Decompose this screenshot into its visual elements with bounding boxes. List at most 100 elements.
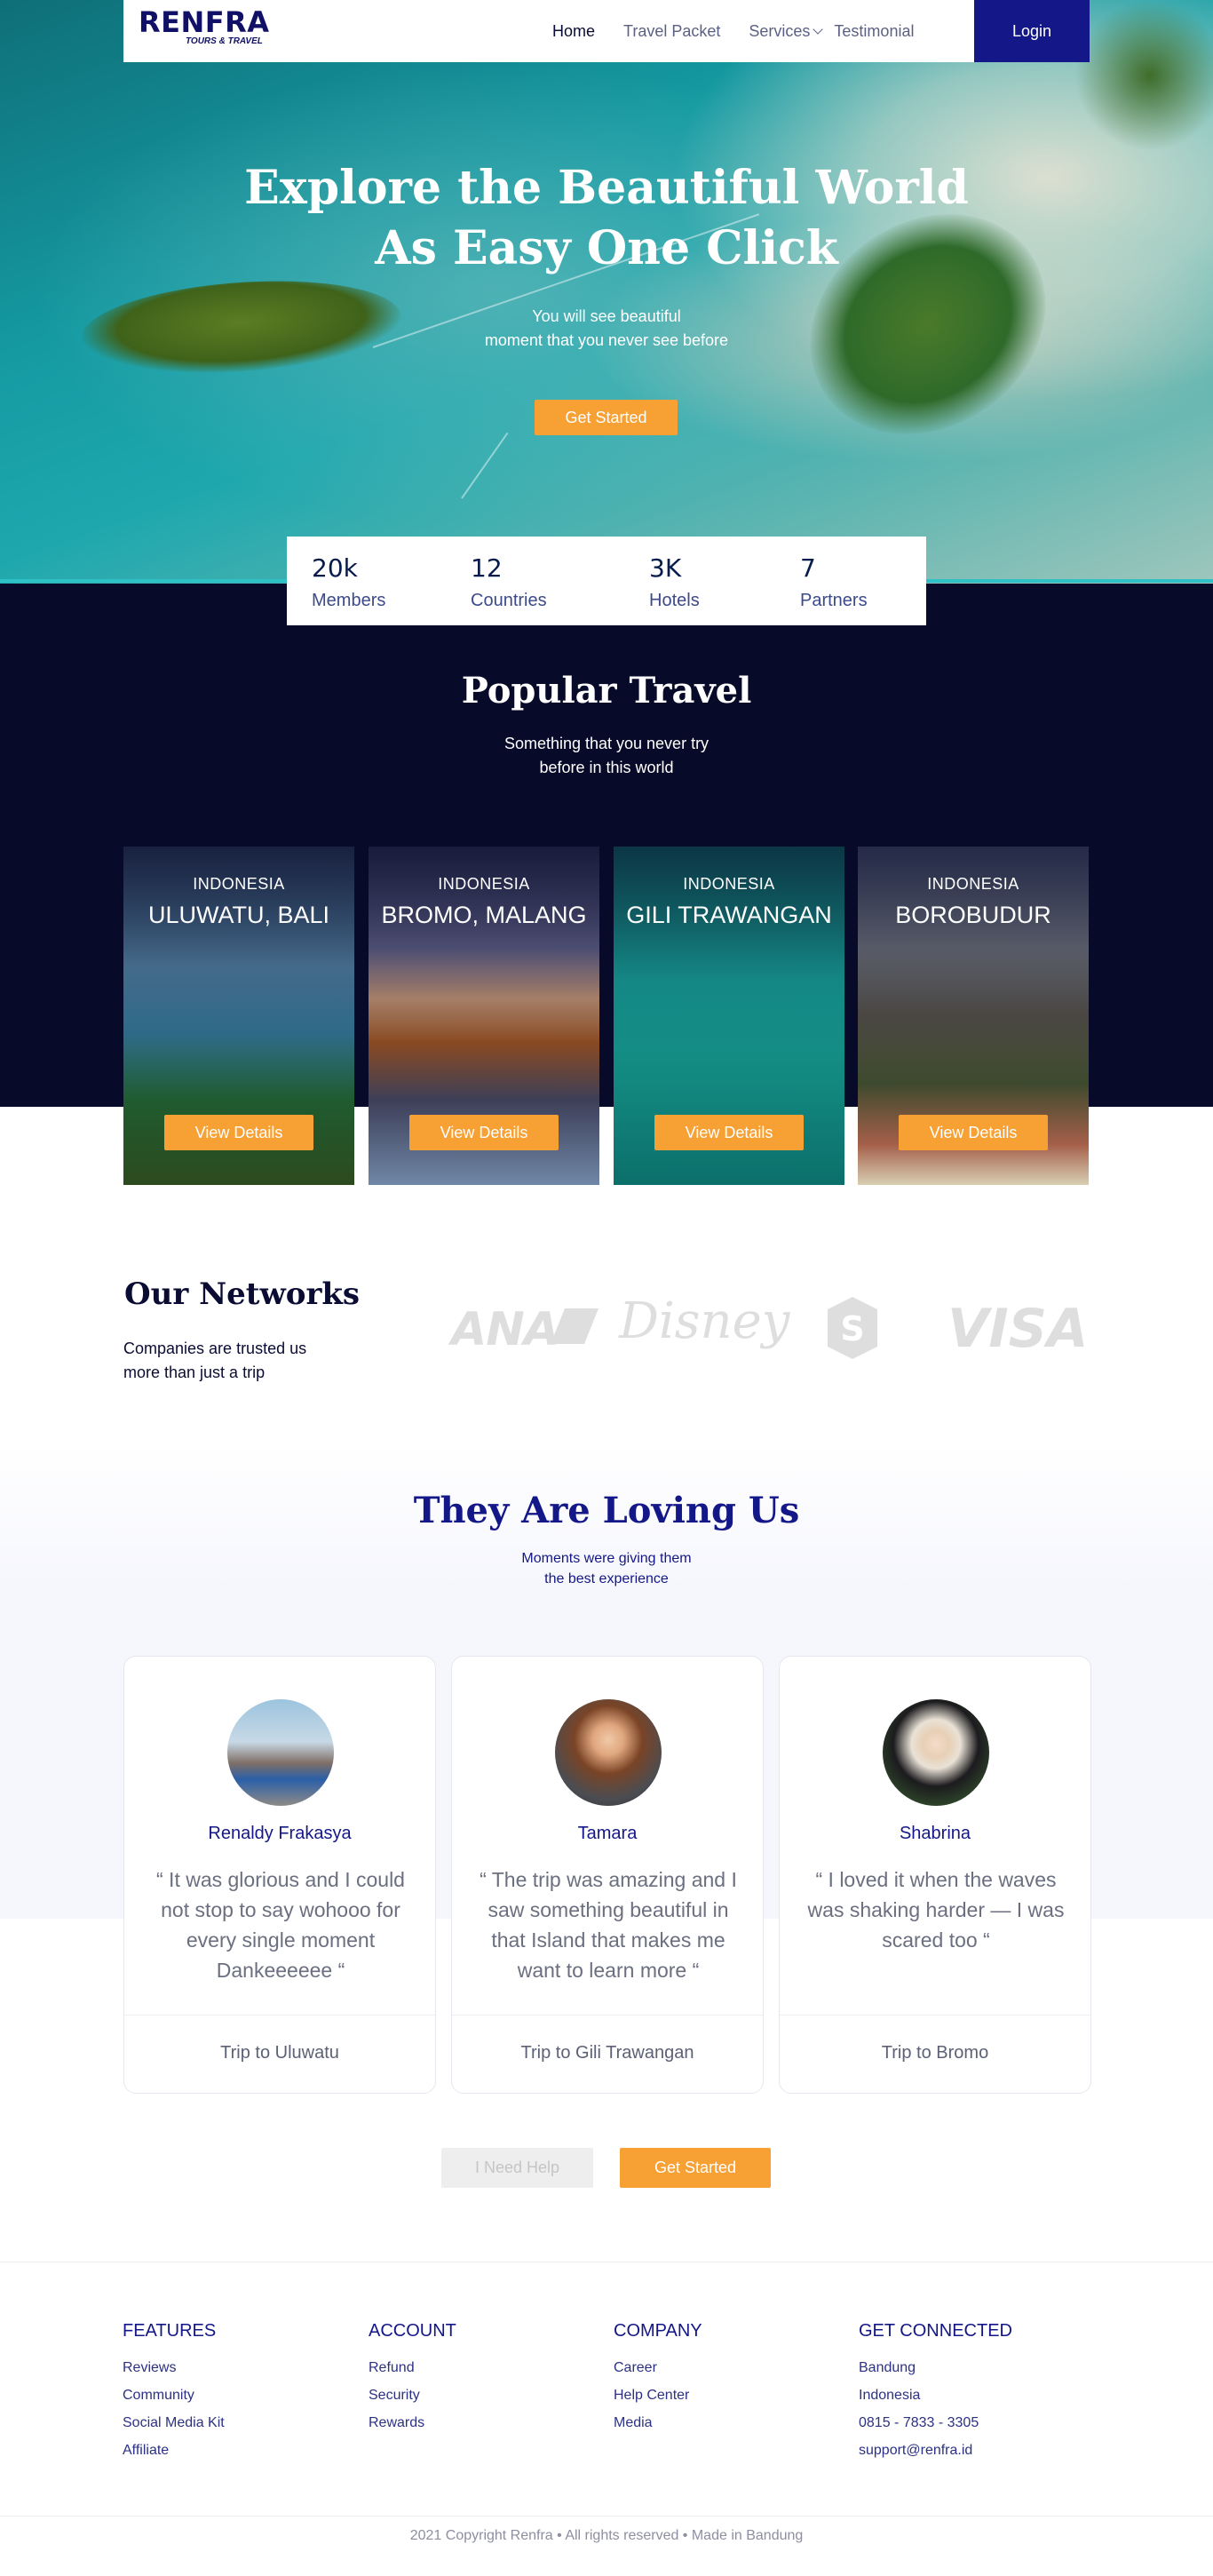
travel-card-bromo[interactable]: INDONESIA BROMO, MALANG View Details (369, 847, 599, 1185)
footer-link-refund[interactable]: Refund (369, 2354, 456, 2381)
footer-link-career[interactable]: Career (614, 2354, 702, 2381)
card-destination: GILI TRAWANGAN (626, 902, 832, 928)
footer-link-help-center[interactable]: Help Center (614, 2381, 702, 2409)
networks-subtitle-line: Companies are trusted us (123, 1340, 307, 1357)
partner-logo-letter: S (840, 1309, 864, 1348)
stats-bar: 20k Members 12 Countries 3K Hotels 7 Par… (287, 537, 926, 625)
partner-logo: S (828, 1297, 877, 1359)
view-details-button[interactable]: View Details (654, 1115, 804, 1150)
popular-subtitle-line: before in this world (539, 759, 674, 776)
footer-column-get-connected: GET CONNECTED Bandung Indonesia 0815 - 7… (859, 2320, 1012, 2464)
stat-value: 12 (471, 553, 503, 583)
navbar: RENFRA TOURS & TRAVEL Home Travel Packet… (123, 0, 1090, 62)
disney-logo: Disney (619, 1292, 790, 1350)
testimonials-subtitle-line: Moments were giving them (521, 1551, 692, 1566)
get-started-button[interactable]: Get Started (620, 2148, 771, 2188)
nav-link-testimonial[interactable]: Testimonial (834, 22, 914, 41)
footer-column-account: ACCOUNT Refund Security Rewards (369, 2320, 456, 2437)
testimonials-subtitle: Moments were giving them the best experi… (0, 1548, 1213, 1589)
card-country: INDONESIA (438, 875, 530, 893)
nav-links: Home Travel Packet Services Testimonial (552, 0, 942, 62)
stat-label: Members (312, 591, 386, 610)
footer-link-security[interactable]: Security (369, 2381, 456, 2409)
testimonial-name: Renaldy Frakasya (208, 1824, 352, 1843)
logo-tagline: TOURS & TRAVEL (186, 36, 263, 46)
hero-title-line: As Easy One Click (375, 221, 838, 275)
footer-link-community[interactable]: Community (123, 2381, 225, 2409)
nav-link-services[interactable]: Services (749, 21, 824, 41)
hero-title-line: Explore the Beautiful World (244, 161, 969, 215)
avatar (883, 1699, 989, 1806)
view-details-button[interactable]: View Details (164, 1115, 313, 1150)
testimonial-name: Tamara (577, 1824, 638, 1843)
boat-wake (461, 432, 509, 499)
hero-title: Explore the Beautiful World As Easy One … (0, 158, 1213, 279)
testimonial-trip: Trip to Gili Trawangan (520, 2043, 694, 2063)
logo-text: RENFRA (139, 5, 270, 39)
hero-subtitle: You will see beautiful moment that you n… (0, 305, 1213, 353)
nav-link-home[interactable]: Home (552, 22, 595, 41)
hero-subtitle-line: You will see beautiful (532, 307, 681, 325)
testimonial-quote: “ I loved it when the waves was shaking … (807, 1868, 1065, 1952)
stat-countries: 12 Countries (471, 553, 547, 613)
footer-phone-link[interactable]: 0815 - 7833 - 3305 (859, 2409, 1012, 2437)
footer-link-rewards[interactable]: Rewards (369, 2409, 456, 2437)
footer-country: Indonesia (859, 2388, 921, 2403)
networks-subtitle: Companies are trusted us more than just … (123, 1337, 306, 1385)
travel-card-uluwatu[interactable]: INDONESIA ULUWATU, BALI View Details (123, 847, 354, 1185)
testimonials-title: They Are Loving Us (413, 1490, 800, 1531)
travel-card-borobudur[interactable]: INDONESIA BOROBUDUR View Details (858, 847, 1089, 1185)
nav-link-travel-packet[interactable]: Travel Packet (623, 22, 720, 41)
card-destination: BOROBUDUR (895, 902, 1051, 928)
footer-link-social-media-kit[interactable]: Social Media Kit (123, 2409, 225, 2437)
testimonial-card: Tamara “ The trip was amazing and I saw … (451, 1656, 764, 2094)
card-destination: BROMO, MALANG (381, 902, 587, 928)
footer-link-affiliate[interactable]: Affiliate (123, 2437, 225, 2464)
networks-subtitle-line: more than just a trip (123, 1364, 266, 1381)
footer-heading: COMPANY (614, 2321, 702, 2341)
logo[interactable]: RENFRA TOURS & TRAVEL (139, 5, 270, 46)
footer-heading: FEATURES (123, 2321, 217, 2341)
card-country: INDONESIA (683, 875, 775, 893)
testimonial-quote: “ It was glorious and I could not stop t… (156, 1868, 405, 1982)
footer-email-link[interactable]: support@renfra.id (859, 2437, 1012, 2464)
testimonial-name: Shabrina (899, 1824, 971, 1843)
avatar (555, 1699, 662, 1806)
popular-travel-subtitle: Something that you never try before in t… (0, 732, 1213, 780)
footer-link-media[interactable]: Media (614, 2409, 702, 2437)
footer-heading: ACCOUNT (369, 2321, 456, 2341)
need-help-button[interactable]: I Need Help (441, 2148, 593, 2188)
view-details-button[interactable]: View Details (899, 1115, 1048, 1150)
testimonial-card: Shabrina “ I loved it when the waves was… (779, 1656, 1091, 2094)
testimonial-quote: “ The trip was amazing and I saw somethi… (480, 1868, 737, 1982)
ana-logo: ANA (451, 1303, 559, 1356)
stat-hotels: 3K Hotels (649, 553, 700, 613)
footer-city: Bandung (859, 2360, 916, 2375)
footer-column-features: FEATURES Reviews Community Social Media … (123, 2320, 225, 2464)
hero-subtitle-line: moment that you never see before (484, 331, 729, 349)
footer-heading: GET CONNECTED (859, 2321, 1012, 2341)
stat-value: 3K (649, 553, 682, 583)
stat-label: Countries (471, 591, 547, 610)
card-destination: ULUWATU, BALI (147, 902, 330, 928)
networks-title: Our Networks (124, 1276, 361, 1312)
travel-card-gili-trawangan[interactable]: INDONESIA GILI TRAWANGAN View Details (614, 847, 844, 1185)
chevron-down-icon (813, 24, 824, 35)
view-details-button[interactable]: View Details (409, 1115, 559, 1150)
ana-logo-slash (551, 1308, 599, 1344)
hero-section: Explore the Beautiful World As Easy One … (0, 0, 1213, 584)
stat-value: 7 (800, 553, 816, 583)
hero-get-started-button[interactable]: Get Started (535, 400, 678, 435)
stat-label: Hotels (649, 591, 700, 610)
nav-link-services-label: Services (749, 21, 811, 40)
copyright-text: 2021 Copyright Renfra • All rights reser… (409, 2528, 804, 2543)
footer-link-reviews[interactable]: Reviews (123, 2354, 225, 2381)
stat-partners: 7 Partners (800, 553, 868, 613)
testimonial-card: Renaldy Frakasya “ It was glorious and I… (123, 1656, 436, 2094)
stat-members: 20k Members (312, 553, 385, 613)
stat-value: 20k (312, 553, 358, 583)
footer-column-company: COMPANY Career Help Center Media (614, 2320, 702, 2437)
testimonial-trip: Trip to Uluwatu (220, 2043, 339, 2063)
testimonials-subtitle-line: the best experience (544, 1571, 669, 1586)
login-button[interactable]: Login (974, 0, 1090, 62)
